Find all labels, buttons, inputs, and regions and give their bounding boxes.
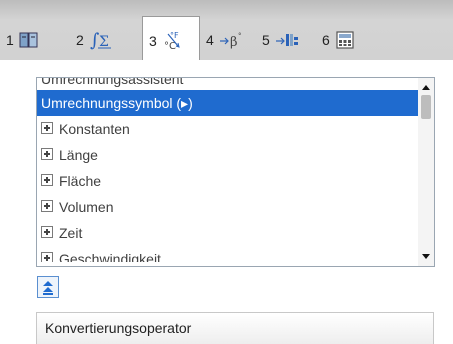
list-item-label: Länge [59,147,98,163]
tab-1[interactable]: 1 [0,20,70,60]
list-item-label: Umrechnungssymbol (▸) [41,95,193,111]
tab-6[interactable]: 6 [316,20,376,60]
math-templates-icon: ∫ Σ [89,30,113,50]
svg-text:°: ° [238,32,242,40]
symbols-icon: β ° [219,30,245,50]
catalog-list-items: Umrechnungsassistent Umrechnungssymbol (… [37,78,418,262]
collapse-help-button[interactable] [37,276,59,298]
list-item-label: Geschwindigkeit [59,251,161,262]
list-item-flaeche[interactable]: Fläche [37,168,418,194]
help-description-text: Konvertierungsoperator [45,320,192,336]
list-item-volumen[interactable]: Volumen [37,194,418,220]
double-chevron-up-icon-bar [43,293,53,295]
list-item[interactable]: Umrechnungsassistent [37,78,418,90]
scroll-down-arrow-icon[interactable] [422,254,430,259]
expand-plus-icon[interactable] [41,200,53,213]
expand-plus-icon[interactable] [41,122,53,135]
tab-number: 1 [6,32,14,48]
library-icon [275,30,301,50]
tab-5[interactable]: 5 [256,20,316,60]
list-item-label: Umrechnungsassistent [41,77,184,87]
list-item-label: Konstanten [59,121,130,137]
list-item-konstanten[interactable]: Konstanten [37,116,418,142]
catalog-panel: Umrechnungsassistent Umrechnungssymbol (… [0,60,453,344]
svg-text:β: β [230,35,238,50]
tab-number: 6 [322,32,330,48]
list-item-label: Zeit [59,225,83,241]
expand-plus-icon[interactable] [41,174,53,187]
expand-plus-icon[interactable] [41,252,53,262]
list-item-label: Volumen [59,199,114,215]
tab-4[interactable]: 4 β ° [200,20,256,60]
list-item-zeit[interactable]: Zeit [37,220,418,246]
scrollbar-thumb[interactable] [421,95,431,119]
tab-2[interactable]: 2 ∫ Σ [70,20,142,60]
scroll-up-arrow-icon[interactable] [422,85,430,90]
tab-number: 3 [149,32,157,49]
catalog-book-icon [19,31,39,49]
list-item-label: Fläche [59,173,102,189]
tab-number: 5 [262,32,270,48]
help-description: Konvertierungsoperator [36,312,434,344]
unit-conversion-icon: °F °C [162,29,188,53]
calculator-icon [335,30,355,50]
list-item-laenge[interactable]: Länge [37,142,418,168]
expand-plus-icon[interactable] [41,148,53,161]
tab-bar: 1 2 ∫ Σ 3 °F °C 4 β ° 5 6 [0,0,453,64]
svg-text:°C: °C [164,41,176,52]
expand-plus-icon[interactable] [41,226,53,239]
list-item-geschwindigkeit[interactable]: Geschwindigkeit [37,246,418,262]
list-item-selected[interactable]: Umrechnungssymbol (▸) [37,90,418,116]
double-chevron-up-icon [43,281,53,286]
catalog-list[interactable]: Umrechnungsassistent Umrechnungssymbol (… [36,77,435,267]
tab-number: 4 [206,32,214,48]
tab-number: 2 [76,32,84,48]
tab-3[interactable]: 3 °F °C [142,16,200,64]
list-scrollbar[interactable] [418,78,434,266]
double-chevron-up-icon-lower [43,287,53,292]
